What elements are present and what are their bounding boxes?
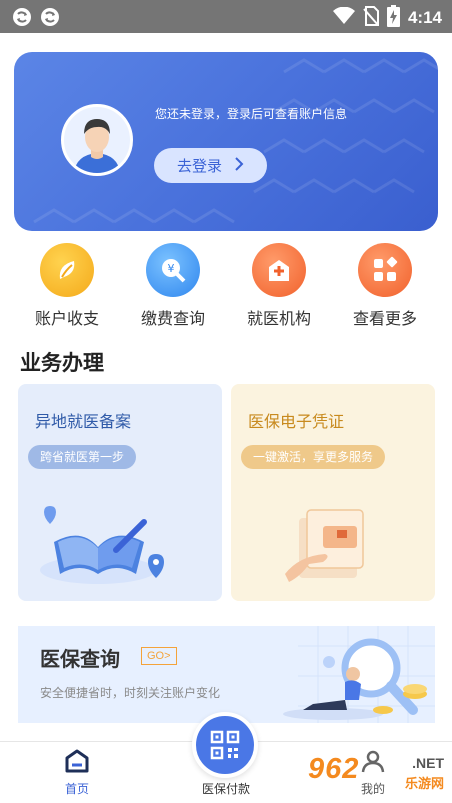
quick-menu: 账户收支 ¥ 缴费查询 就医机构 查看更多: [0, 238, 452, 333]
promo-medical-insurance-query[interactable]: 医保查询 GO> 安全便捷省时，时刻关注账户变化: [18, 626, 435, 723]
card-tag: 一键激活，享更多服务: [241, 445, 386, 469]
book-map-illustration: [40, 506, 164, 584]
card-title: 异地就医备案: [35, 412, 132, 431]
home-icon: [65, 749, 89, 773]
tab-home[interactable]: 首页: [40, 748, 114, 797]
login-banner: 您还未登录，登录后可查看账户信息 去登录: [14, 52, 438, 231]
account-leaf-icon: [40, 243, 94, 297]
menu-label: 账户收支: [34, 309, 99, 328]
sync-icon: [12, 7, 32, 31]
site-watermark: 962 .NET 乐游网: [308, 751, 446, 795]
card-tag: 跨省就医第一步: [28, 445, 137, 469]
login-button[interactable]: 去登录: [154, 148, 267, 183]
menu-payment-query[interactable]: ¥ 缴费查询: [123, 238, 223, 329]
tab-home-label: 首页: [64, 782, 89, 796]
medical-insurance-pay-button[interactable]: [192, 712, 258, 778]
status-time: 4:14: [407, 8, 442, 27]
avatar-person-icon: [74, 119, 120, 173]
wifi-icon: [332, 6, 355, 29]
no-sim-icon: [363, 6, 379, 30]
sync-icon: [40, 7, 60, 31]
voucher-card-illustration: [285, 509, 364, 582]
chevron-right-icon: [234, 156, 244, 175]
card-remote-medical-filing[interactable]: 异地就医备案 跨省就医第一步: [18, 384, 222, 601]
menu-view-more[interactable]: 查看更多: [335, 238, 435, 329]
menu-medical-institutions[interactable]: 就医机构: [229, 238, 329, 329]
promo-go-button[interactable]: GO>: [141, 647, 177, 665]
login-prompt: 您还未登录，登录后可查看账户信息: [155, 107, 348, 121]
status-right-icons: 4:14: [332, 5, 442, 31]
status-left-icons: [12, 7, 60, 31]
section-title: 业务办理: [20, 351, 104, 375]
watermark-number: 962: [308, 753, 360, 785]
login-button-label: 去登录: [176, 157, 222, 175]
tab-pay-label[interactable]: 医保付款: [176, 780, 276, 797]
menu-label: 缴费查询: [140, 309, 205, 328]
hospital-icon: [252, 243, 306, 297]
promo-description: 安全便捷省时，时刻关注账户变化: [40, 686, 221, 700]
menu-label: 就医机构: [246, 309, 311, 328]
watermark-tld: .NET: [412, 755, 444, 771]
qr-code-icon: [210, 730, 240, 760]
card-title: 医保电子凭证: [248, 412, 345, 431]
svg-text:¥: ¥: [168, 262, 175, 275]
watermark-site: 乐游网: [404, 777, 444, 792]
menu-label: 查看更多: [352, 309, 417, 328]
status-bar: 4:14: [0, 0, 452, 33]
magnifier-person-illustration: [283, 638, 427, 720]
more-grid-icon: [358, 243, 412, 297]
promo-title: 医保查询: [40, 647, 120, 671]
menu-account-balance[interactable]: 账户收支: [17, 238, 117, 329]
user-avatar[interactable]: [61, 104, 133, 176]
card-e-voucher[interactable]: 医保电子凭证 一键激活，享更多服务: [231, 384, 435, 601]
battery-charging-icon: [386, 5, 400, 31]
payment-search-icon: ¥: [146, 243, 200, 297]
